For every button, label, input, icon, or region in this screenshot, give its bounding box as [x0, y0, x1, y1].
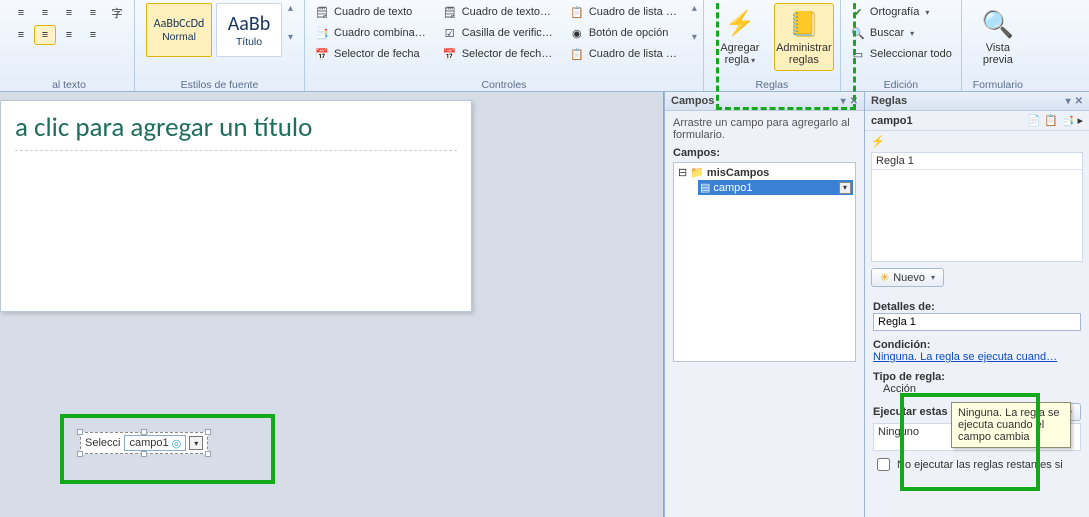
group-editing-label: Edición	[884, 79, 918, 91]
btn-find[interactable]: 🔍Buscar	[847, 24, 917, 42]
details-label: Detalles de:	[873, 301, 1081, 313]
chevron-down-icon[interactable]: ▾	[839, 182, 851, 194]
controls-scroll-up-icon[interactable]: ▴	[692, 3, 697, 14]
form-page[interactable]: a clic para agregar un título	[0, 100, 472, 312]
pin-icon[interactable]: ▾	[1066, 96, 1071, 107]
checkbox-icon: ☑	[442, 25, 458, 41]
folder-icon: 📁	[690, 166, 704, 179]
btn-spelling[interactable]: ✔Ortografía	[847, 3, 933, 21]
align-top-left[interactable]: ≡	[10, 3, 32, 23]
group-controls-label: Controles	[481, 79, 526, 91]
textbox-icon: 🗒	[314, 4, 330, 20]
ctrl-datepicker2[interactable]: 📅Selector de fech…	[439, 45, 556, 63]
btn-new-rule[interactable]: ✳ Nuevo	[871, 268, 944, 287]
page-title-placeholder[interactable]: a clic para agregar un título	[15, 111, 457, 151]
group-font-styles: AaBbCcDd Normal AaBb Título ▴ ▾ Estilos …	[135, 0, 305, 91]
style-normal[interactable]: AaBbCcDd Normal	[146, 3, 212, 57]
align-justify[interactable]: ≡	[82, 25, 104, 45]
style-normal-sample: AaBbCcDd	[154, 17, 205, 31]
style-title-name: Título	[236, 36, 262, 48]
copy-icon[interactable]: 📄	[1027, 115, 1041, 127]
condition-link[interactable]: Ninguna. La regla se ejecuta cuand…	[873, 351, 1057, 363]
date-icon: 📅	[314, 46, 330, 62]
align-left[interactable]: ≡	[10, 25, 32, 45]
ribbon: ≡ ≡ ≡ ≡ 字 ≡ ≡ ≡ ≡ al texto AaBbCcDd Nor	[0, 0, 1089, 92]
group-align-text-label: al texto	[52, 79, 86, 91]
ctrl-option[interactable]: ◉Botón de opción	[566, 24, 672, 42]
group-editing: ✔Ortografía 🔍Buscar ▭Seleccionar todo Ed…	[841, 0, 962, 91]
listbox-icon: 📋	[569, 4, 585, 20]
group-controls: 🗒Cuadro de texto 📑Cuadro combina… 📅Selec…	[305, 0, 704, 91]
style-normal-name: Normal	[162, 31, 196, 43]
styles-scroll-up-icon[interactable]: ▴	[288, 3, 293, 14]
combo-icon: 📑	[314, 25, 330, 41]
ctrl-textbox-rich[interactable]: 🗒Cuadro de texto…	[439, 3, 554, 21]
ctrl-datepicker[interactable]: 📅Selector de fecha	[311, 45, 423, 63]
close-icon[interactable]: ✕	[1075, 96, 1083, 107]
align-center[interactable]: ≡	[34, 25, 56, 45]
pane-campos: Campos ▾✕ Arrastre un campo para agregar…	[664, 92, 864, 517]
design-canvas[interactable]: a clic para agregar un título Selecci ca…	[0, 92, 664, 517]
tree-field-label: campo1	[713, 182, 752, 194]
align-right[interactable]: ≡	[58, 25, 80, 45]
annotation-tooltip-highlight	[900, 393, 1040, 491]
annotation-dropdown-highlight	[60, 414, 275, 484]
style-title[interactable]: AaBb Título	[216, 3, 282, 57]
group-align-text: ≡ ≡ ≡ ≡ 字 ≡ ≡ ≡ ≡ al texto	[4, 0, 135, 91]
ruletype-label: Tipo de regla:	[873, 371, 1081, 383]
rule-item-1[interactable]: Regla 1	[872, 153, 1082, 170]
group-form-label: Formulario	[973, 79, 1023, 91]
group-form: 🔍 Vista previa Formulario	[962, 0, 1034, 91]
pane-campos-title: Campos	[671, 95, 714, 107]
tree-field-campo1[interactable]: ▤ campo1 ▾	[698, 180, 853, 195]
pane-reglas-header: Reglas ▾ ✕	[865, 92, 1089, 111]
style-title-sample: AaBb	[228, 12, 271, 36]
ctrl-textbox[interactable]: 🗒Cuadro de texto	[311, 3, 415, 21]
align-top-center[interactable]: ≡	[34, 3, 56, 23]
align-top-right[interactable]: ≡	[58, 3, 80, 23]
more-icon[interactable]: 📑	[1061, 115, 1075, 127]
field-icon: ▤	[700, 181, 710, 194]
align-top-justify[interactable]: ≡	[82, 3, 104, 23]
pane-campos-hint: Arrastre un campo para agregarlo al form…	[673, 117, 856, 141]
chk-stop-rules-input[interactable]	[877, 458, 890, 471]
preview-icon: 🔍	[982, 8, 1014, 40]
listbox2-icon: 📋	[569, 46, 585, 62]
ctrl-checkbox[interactable]: ☑Casilla de verific…	[439, 24, 556, 42]
styles-scroll-down-icon[interactable]: ▾	[288, 32, 293, 43]
btn-preview[interactable]: 🔍 Vista previa	[968, 3, 1028, 71]
condition-label: Condición:	[873, 339, 1081, 351]
indent-dec-icon[interactable]: 字	[106, 3, 128, 23]
overflow-icon[interactable]: ▸	[1077, 115, 1083, 127]
datetime-icon: 📅	[442, 46, 458, 62]
tree-root[interactable]: ⊟ 📁 misCampos	[676, 165, 853, 180]
btn-select-all[interactable]: ▭Seleccionar todo	[847, 45, 955, 63]
ctrl-combo[interactable]: 📑Cuadro combina…	[311, 24, 429, 42]
collapse-icon[interactable]: ⊟	[678, 166, 687, 179]
ctrl-listbox[interactable]: 📋Cuadro de lista …	[566, 3, 680, 21]
details-input[interactable]	[873, 313, 1081, 331]
ctrl-listbox2[interactable]: 📋Cuadro de lista …	[566, 45, 680, 63]
group-font-styles-label: Estilos de fuente	[181, 79, 259, 91]
rule-target-field: campo1	[871, 115, 913, 127]
radio-icon: ◉	[569, 25, 585, 41]
fields-label: Campos:	[673, 147, 856, 159]
tree-root-label: misCampos	[707, 167, 769, 179]
annotation-rules-group-highlight	[716, 0, 856, 110]
new-icon: ✳	[880, 271, 889, 284]
controls-scroll-down-icon[interactable]: ▾	[692, 32, 697, 43]
pane-reglas-title: Reglas	[871, 95, 907, 107]
rule-lightning-icon: ⚡	[871, 136, 885, 148]
paste-icon[interactable]: 📋	[1044, 115, 1058, 127]
richtext-icon: 🗒	[442, 4, 458, 20]
